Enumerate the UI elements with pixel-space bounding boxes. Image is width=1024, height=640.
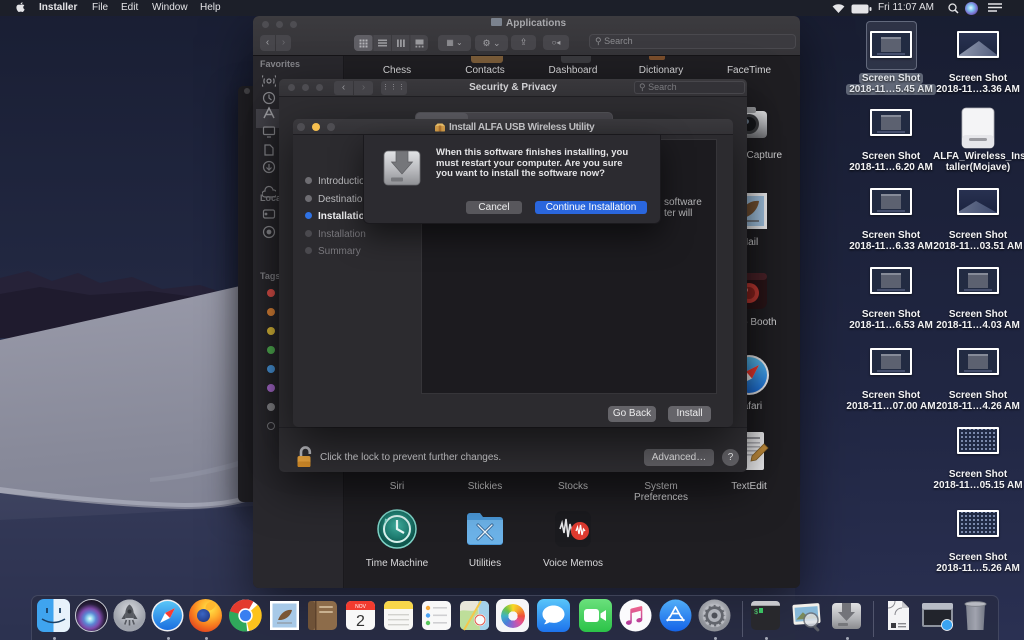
svg-text:NOV: NOV — [355, 604, 367, 610]
svg-text:$: $ — [754, 609, 758, 617]
svg-text:2: 2 — [356, 613, 365, 630]
